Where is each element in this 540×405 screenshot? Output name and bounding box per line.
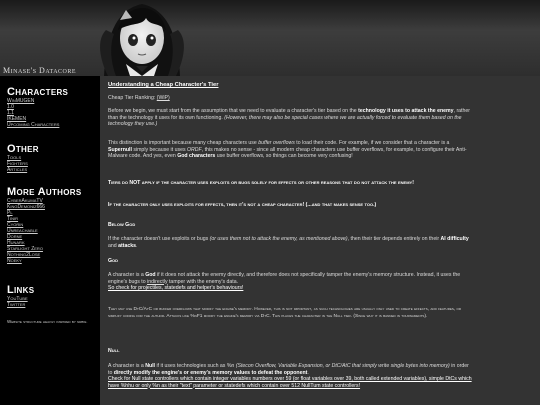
text-span: This distinction is important because ma… — [108, 140, 259, 146]
sidebar-characters-section: Characters WinMUGEN 1.0 1.1 IKEMEN Upcom… — [7, 86, 68, 128]
text-span: A character is a — [108, 363, 146, 369]
effects-note: If the character only uses exploits for … — [108, 202, 377, 208]
sidebar-heading-more-authors: More Authors — [7, 186, 82, 198]
text-span: (Stecon Overflow, Variable Expansion, or… — [235, 363, 450, 369]
text-span: ORDF — [187, 146, 202, 153]
text-span: indirectly — [147, 278, 168, 285]
text-span: if it uses technologies such as %n — [155, 363, 236, 369]
text-span: to load their code. For example, if we c… — [294, 140, 450, 146]
text-span: (or uses them not to attack the enemy, a… — [209, 236, 348, 242]
text-span: Before we begin, we must start from the … — [108, 108, 359, 114]
tier-ranking-line: Cheap Tier Ranking: (WiP) — [108, 95, 472, 102]
sidebar: Characters WinMUGEN 1.0 1.1 IKEMEN Upcom… — [0, 76, 100, 405]
tier-ranking-label: Cheap Tier Ranking: — [108, 95, 156, 101]
null-paragraph: A character is a Null if it uses technol… — [108, 363, 472, 389]
site-title: Minase's Datacore — [3, 66, 77, 75]
sidebar-links-section: Links YouTube Twitter — [7, 284, 34, 308]
sidebar-link-articles[interactable]: Articles — [7, 167, 39, 173]
sidebar-heading-characters: Characters — [7, 86, 69, 98]
sidebar-link-twitter[interactable]: Twitter — [7, 302, 34, 308]
sidebar-link-upcoming-characters[interactable]: Upcoming Characters — [7, 122, 68, 128]
intro-paragraph: Before we begin, we must start from the … — [108, 108, 472, 128]
text-span: Null — [145, 363, 156, 369]
buffer-overflow-paragraph: This distinction is important because ma… — [108, 140, 472, 160]
text-span: God characters — [177, 153, 216, 159]
text-span: If the character doesn't use exploits or… — [108, 236, 210, 242]
below-god-heading: Below God — [108, 222, 136, 228]
text-span: . — [307, 369, 309, 376]
text-span: , then their tier depends entirely on th… — [347, 236, 441, 242]
sidebar-footer-note: Website structure heavily inspired by nr… — [7, 319, 88, 324]
tiers-note: Tiers do NOT apply if the character uses… — [108, 180, 414, 186]
text-span: A character is a — [108, 272, 146, 278]
god-heading: God — [108, 258, 119, 264]
text-span: . — [136, 242, 138, 249]
text-span: attacks — [118, 242, 136, 249]
article-title: Understanding a Cheap Character's Tier — [108, 82, 219, 88]
sidebar-heading-links: Links — [7, 284, 35, 296]
text-span: and — [108, 242, 119, 249]
site-header: Minase's Datacore — [0, 0, 540, 76]
article-content: Understanding a Cheap Character's Tier C… — [100, 76, 540, 405]
sidebar-other-section: Other Tools Fighters Articles — [7, 143, 39, 173]
text-span: simply because it uses — [131, 146, 187, 153]
god-check-link[interactable]: So check for projectiles, statedefs and … — [108, 285, 243, 291]
text-span: buffer overflows — [258, 140, 295, 146]
text-span: AI difficulty — [440, 236, 469, 242]
text-span: God — [145, 272, 156, 278]
sidebar-heading-other: Other — [7, 143, 39, 155]
sidebar-link-author[interactable]: Noeky — [7, 258, 81, 264]
god-tech-paragraph: They may use DtC/AtC or buffer overflows… — [108, 307, 462, 319]
anime-girl-banner-image — [100, 4, 184, 76]
sidebar-more-authors-section: More Authors CyberAkumaTV KingDemoniz666… — [7, 186, 81, 264]
text-span: technology it uses to attack the enemy — [358, 108, 454, 114]
text-span: Supernull — [108, 146, 132, 153]
text-span: tamper with the enemy's data. — [167, 278, 239, 285]
tier-ranking-link[interactable]: (WiP) — [157, 95, 170, 101]
null-heading: Null — [108, 348, 120, 354]
god-paragraph: A character is a God if it does not atta… — [108, 272, 472, 292]
below-god-paragraph: If the character doesn't use exploits or… — [108, 236, 472, 249]
text-span: directly modify the engine's or enemy's … — [113, 369, 308, 376]
null-check-link[interactable]: Check for Null state controllers which c… — [108, 376, 472, 389]
text-span: use buffer overflows, so things can beco… — [215, 153, 353, 159]
